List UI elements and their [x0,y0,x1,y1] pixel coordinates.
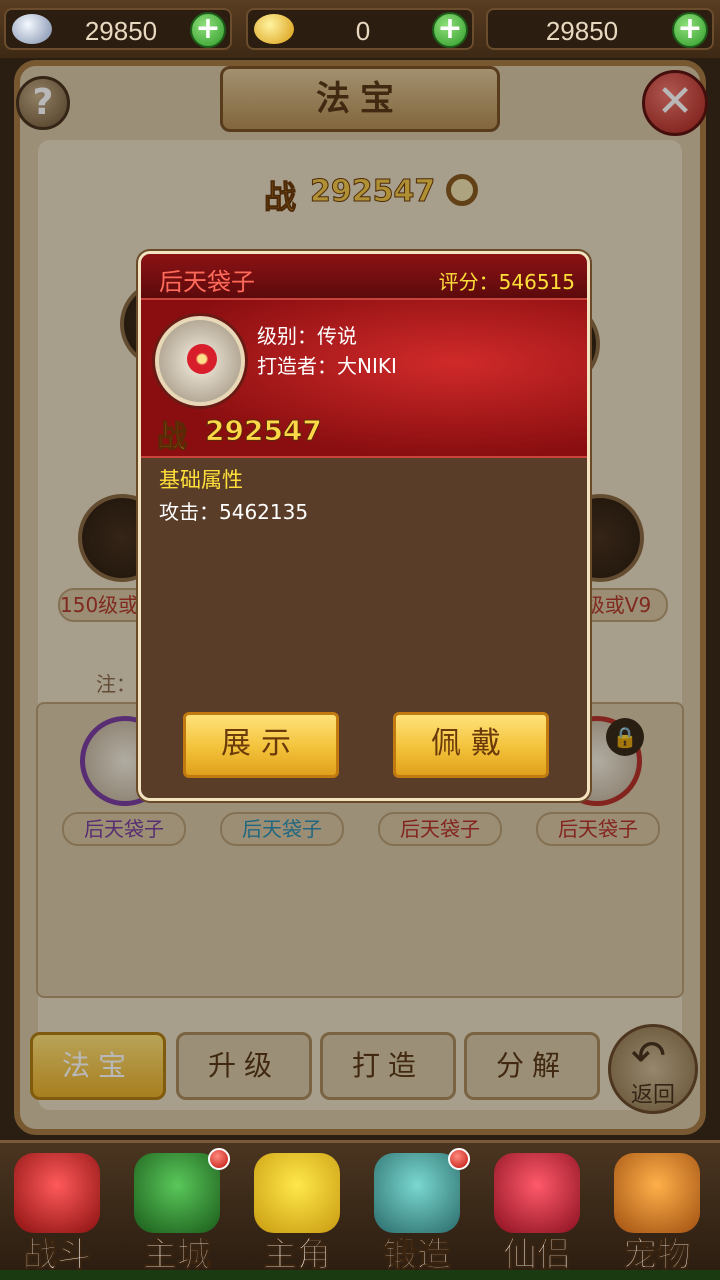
add-silver-button[interactable]: + [190,12,226,48]
gold-currency: 0 + [246,8,474,50]
base-attributes-heading: 基础属性 [159,468,243,492]
gold-ingot-icon [254,14,294,44]
third-currency: 29850 + [486,8,714,50]
hero-face-icon [254,1153,340,1233]
add-gold-button[interactable]: + [432,12,468,48]
silver-currency: 29850 + [4,8,232,50]
exp-bar [0,1270,720,1280]
city-notification-dot [208,1148,230,1170]
attack-stat: 攻击：5462135 [159,500,309,524]
nav-battle-label: 战斗 [23,1235,92,1276]
nav-forge[interactable]: 锻造 [362,1153,472,1277]
item-detail-modal: 后天袋子 评分：546515 级别：传说 打造者：大NIKI 战 292547 … [138,251,590,801]
show-button[interactable]: 展示 [183,712,339,778]
bag-icon [155,316,245,406]
currency-bar: 29850 + 0 + 29850 + [0,0,720,58]
hammer-icon [374,1153,460,1233]
gold-amount: 0 [355,16,371,46]
item-score: 评分：546515 [438,270,575,294]
item-name: 后天袋子 [159,268,255,296]
flower-icon [187,344,217,374]
nav-partner[interactable]: 仙侣 [482,1153,592,1277]
nav-city[interactable]: 主城 [122,1153,232,1277]
item-hero: 级别：传说 打造者：大NIKI 战 292547 [141,300,587,458]
item-power-prefix: 战 [157,420,188,456]
nav-battle[interactable]: 战斗 [2,1153,112,1277]
heart-icon [494,1153,580,1233]
wear-button[interactable]: 佩戴 [393,712,549,778]
nav-city-label: 主城 [143,1235,212,1276]
monkey-icon [614,1153,700,1233]
nav-hero[interactable]: 主角 [242,1153,352,1277]
silver-amount: 29850 [84,16,158,46]
bottom-nav: 战斗 主城 主角 锻造 仙侣 宠物 [0,1140,720,1280]
nav-pet[interactable]: 宠物 [602,1153,712,1277]
ninja-icon [14,1153,100,1233]
item-maker: 打造者：大NIKI [257,354,397,378]
nav-pet-label: 宠物 [623,1235,692,1276]
nav-partner-label: 仙侣 [503,1235,572,1276]
add-third-button[interactable]: + [672,12,708,48]
third-amount: 29850 [545,16,619,46]
item-level: 级别：传说 [257,324,357,348]
nav-forge-label: 锻造 [383,1235,452,1276]
item-power: 292547 [205,414,323,448]
forge-notification-dot [448,1148,470,1170]
city-gate-icon [134,1153,220,1233]
modal-header: 后天袋子 评分：546515 [141,254,587,300]
silver-ingot-icon [12,14,52,44]
nav-hero-label: 主角 [263,1235,332,1276]
